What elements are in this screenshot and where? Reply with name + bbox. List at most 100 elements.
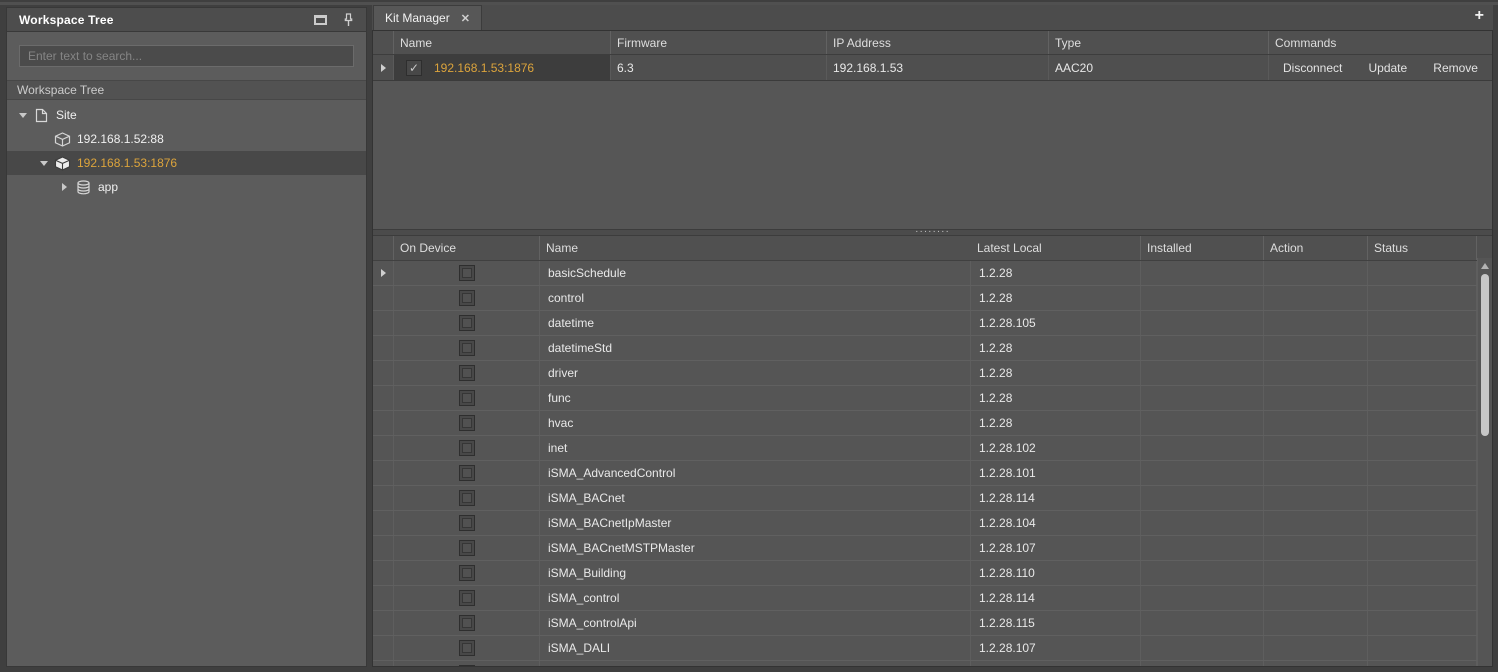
scrollbar-thumb[interactable]: [1481, 274, 1489, 436]
kit-row-control[interactable]: control1.2.28: [373, 286, 1492, 311]
kits-vertical-scrollbar[interactable]: [1477, 258, 1492, 666]
kit-name: func: [540, 386, 971, 410]
device-row[interactable]: 192.168.1.53:18766.3192.168.1.53AAC20Dis…: [373, 55, 1492, 81]
device-checkbox[interactable]: [406, 60, 422, 76]
on-device-checkbox[interactable]: [459, 265, 475, 281]
kit-installed: [1141, 561, 1264, 585]
on-device-checkbox[interactable]: [459, 615, 475, 631]
device-commands-cell: Disconnect Update Remove: [1269, 55, 1492, 80]
command-remove-button[interactable]: Remove: [1433, 61, 1478, 75]
device-column-header-commands[interactable]: Commands: [1269, 31, 1492, 54]
tab-close-icon[interactable]: ✕: [461, 12, 470, 25]
kit-row-func[interactable]: func1.2.28: [373, 386, 1492, 411]
kit-action: [1264, 336, 1368, 360]
tree-item-label: app: [98, 180, 118, 194]
kit-action: [1264, 436, 1368, 460]
kit-row-basicschedule[interactable]: basicSchedule1.2.28: [373, 261, 1492, 286]
restore-window-icon[interactable]: [314, 15, 327, 25]
kit-row-indicator: [373, 486, 394, 510]
on-device-checkbox[interactable]: [459, 540, 475, 556]
kit-row-isma-controlapi[interactable]: iSMA_controlApi1.2.28.115: [373, 611, 1492, 636]
kits-column-header-latest-local[interactable]: Latest Local: [971, 236, 1141, 260]
caret-down-icon[interactable]: [15, 113, 30, 118]
device-column-header-name[interactable]: Name: [394, 31, 611, 54]
kit-action: [1264, 311, 1368, 335]
tree-item-192-168-1-53-1876[interactable]: 192.168.1.53:1876: [7, 151, 366, 175]
device-ip-address: 192.168.1.53: [827, 55, 1049, 80]
kit-row-isma-datetime[interactable]: iSMA_datetime1.2.28.1: [373, 661, 1492, 667]
kit-row-isma-bacnetipmaster[interactable]: iSMA_BACnetIpMaster1.2.28.104: [373, 511, 1492, 536]
kit-row-isma-bacnetmstpmaster[interactable]: iSMA_BACnetMSTPMaster1.2.28.107: [373, 536, 1492, 561]
kits-column-header-installed[interactable]: Installed: [1141, 236, 1264, 260]
on-device-checkbox[interactable]: [459, 365, 475, 381]
kit-status: [1368, 386, 1477, 410]
on-device-checkbox[interactable]: [459, 590, 475, 606]
kit-row-isma-dali[interactable]: iSMA_DALI1.2.28.107: [373, 636, 1492, 661]
kits-column-header-name[interactable]: Name: [540, 236, 971, 260]
device-column-header-firmware[interactable]: Firmware: [611, 31, 827, 54]
kit-name: driver: [540, 361, 971, 385]
kit-latest-local: 1.2.28: [971, 336, 1141, 360]
tree-item-app[interactable]: app: [7, 175, 366, 199]
kit-latest-local: 1.2.28.115: [971, 611, 1141, 635]
kit-row-inet[interactable]: inet1.2.28.102: [373, 436, 1492, 461]
on-device-checkbox[interactable]: [459, 640, 475, 656]
device-column-header-ip-address[interactable]: IP Address: [827, 31, 1049, 54]
kit-status: [1368, 286, 1477, 310]
on-device-checkbox[interactable]: [459, 490, 475, 506]
workspace-tree: Site192.168.1.52:88192.168.1.53:1876 app: [7, 100, 366, 199]
kit-manager-content: NameFirmwareIP AddressTypeCommands 192.1…: [372, 30, 1493, 667]
kits-column-header-on-device[interactable]: On Device: [394, 236, 540, 260]
kit-on-device-cell: [394, 261, 540, 285]
search-wrap: [7, 32, 366, 76]
kit-row-isma-bacnet[interactable]: iSMA_BACnet1.2.28.114: [373, 486, 1492, 511]
kit-name: datetimeStd: [540, 336, 971, 360]
on-device-checkbox[interactable]: [459, 515, 475, 531]
kit-row-datetime[interactable]: datetime1.2.28.105: [373, 311, 1492, 336]
command-disconnect-button[interactable]: Disconnect: [1283, 61, 1342, 75]
kit-row-driver[interactable]: driver1.2.28: [373, 361, 1492, 386]
kits-column-header-action[interactable]: Action: [1264, 236, 1368, 260]
kit-latest-local: 1.2.28: [971, 411, 1141, 435]
kit-row-isma-advancedcontrol[interactable]: iSMA_AdvancedControl1.2.28.101: [373, 461, 1492, 486]
kit-row-isma-control[interactable]: iSMA_control1.2.28.114: [373, 586, 1492, 611]
device-name-cell[interactable]: 192.168.1.53:1876: [394, 55, 611, 80]
kit-row-hvac[interactable]: hvac1.2.28: [373, 411, 1492, 436]
kit-action: [1264, 636, 1368, 660]
search-input[interactable]: [19, 45, 354, 67]
kit-action: [1264, 536, 1368, 560]
kits-column-header-status[interactable]: Status: [1368, 236, 1477, 260]
device-column-header-type[interactable]: Type: [1049, 31, 1269, 54]
tab-kit-manager[interactable]: Kit Manager ✕: [373, 5, 482, 30]
kit-latest-local: 1.2.28.104: [971, 511, 1141, 535]
kit-row-indicator: [373, 336, 394, 360]
pin-icon[interactable]: [343, 13, 354, 27]
on-device-checkbox[interactable]: [459, 440, 475, 456]
kit-row-isma-building[interactable]: iSMA_Building1.2.28.110: [373, 561, 1492, 586]
kit-action: [1264, 661, 1368, 667]
tree-item-site[interactable]: Site: [7, 103, 366, 127]
horizontal-splitter[interactable]: ········: [373, 229, 1492, 236]
kit-latest-local: 1.2.28.105: [971, 311, 1141, 335]
on-device-checkbox[interactable]: [459, 290, 475, 306]
kit-row-indicator: [373, 386, 394, 410]
kit-status: [1368, 511, 1477, 535]
command-update-button[interactable]: Update: [1368, 61, 1407, 75]
kit-row-indicator: [373, 461, 394, 485]
on-device-checkbox[interactable]: [459, 565, 475, 581]
on-device-checkbox[interactable]: [459, 390, 475, 406]
add-tab-icon[interactable]: +: [1475, 7, 1484, 25]
tree-item-192-168-1-52-88[interactable]: 192.168.1.52:88: [7, 127, 366, 151]
on-device-checkbox[interactable]: [459, 465, 475, 481]
on-device-checkbox[interactable]: [459, 315, 475, 331]
on-device-checkbox[interactable]: [459, 415, 475, 431]
kit-action: [1264, 561, 1368, 585]
caret-right-icon[interactable]: [57, 183, 72, 191]
on-device-checkbox[interactable]: [459, 665, 475, 667]
scroll-up-arrow-icon[interactable]: [1481, 263, 1489, 269]
kit-installed: [1141, 486, 1264, 510]
caret-down-icon[interactable]: [36, 161, 51, 166]
kit-row-datetimestd[interactable]: datetimeStd1.2.28: [373, 336, 1492, 361]
kit-status: [1368, 661, 1477, 667]
on-device-checkbox[interactable]: [459, 340, 475, 356]
